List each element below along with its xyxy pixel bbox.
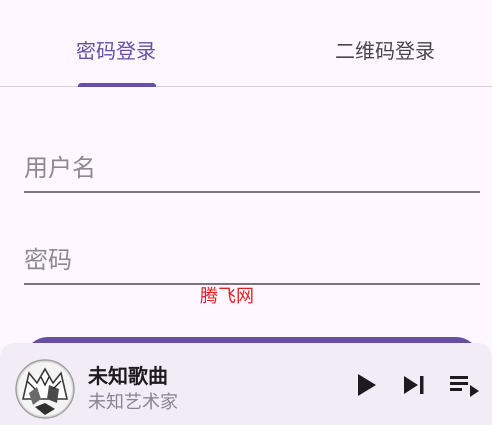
skip-next-button[interactable] <box>400 371 428 399</box>
tab-password-login[interactable]: 密码登录 <box>0 0 246 87</box>
play-icon <box>358 374 376 396</box>
play-button[interactable] <box>352 371 380 399</box>
password-field <box>24 239 480 285</box>
queue-music-icon <box>450 376 479 397</box>
mini-player[interactable]: 未知歌曲 未知艺术家 <box>0 343 492 425</box>
login-tab-bar: 密码登录 二维码登录 <box>0 0 492 87</box>
username-field <box>24 147 480 193</box>
active-tab-indicator <box>78 83 156 87</box>
song-title: 未知歌曲 <box>88 364 168 388</box>
tab-qr-login[interactable]: 二维码登录 <box>246 0 492 86</box>
password-input[interactable] <box>24 239 480 281</box>
song-artist: 未知艺术家 <box>88 392 178 413</box>
tab-qr-login-label: 二维码登录 <box>335 39 435 63</box>
album-art[interactable] <box>15 359 75 419</box>
tab-password-login-label: 密码登录 <box>76 39 156 63</box>
skip-next-icon <box>404 376 424 394</box>
watermark: 腾飞网 <box>200 286 254 307</box>
playlist-button[interactable] <box>448 371 479 399</box>
username-input[interactable] <box>24 147 480 189</box>
